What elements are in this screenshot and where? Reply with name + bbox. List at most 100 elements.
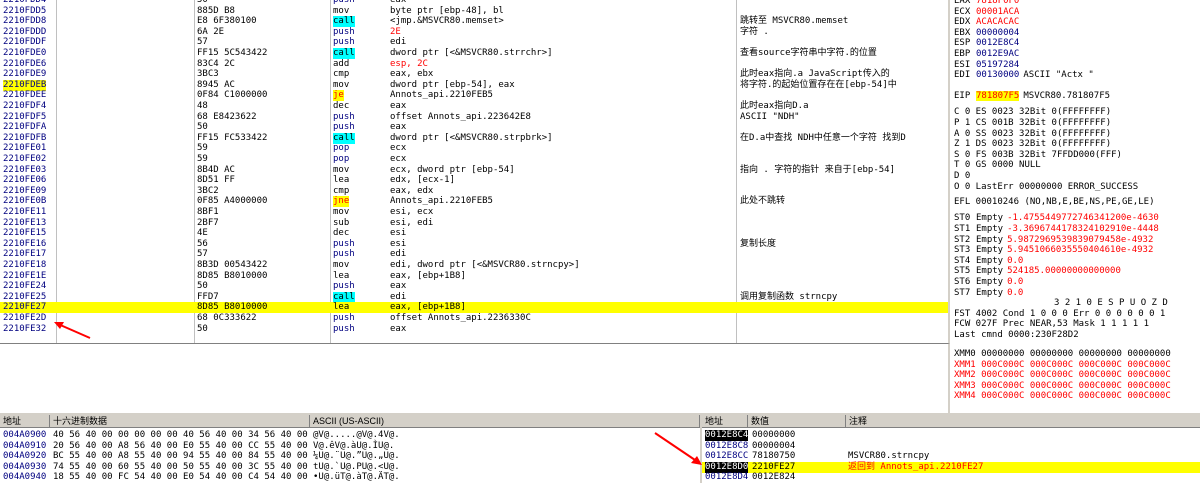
dump-row[interactable]: 004A0910 20 56 40 00 A8 56 40 00 E0 55 40…	[0, 441, 700, 452]
disasm-row[interactable]: 2210FDE0 FF15 5C543422 call dword ptr [<&MS…	[0, 48, 948, 59]
disasm-row[interactable]: 2210FE09 3BC2 cmp eax, edx	[0, 185, 948, 197]
stack-row[interactable]: 0012E8C4 00000000	[702, 430, 1200, 441]
disasm-row[interactable]: 2210FE2D 68 0C333622 push offset Annots_api…	[0, 313, 948, 324]
xmm-register-row[interactable]: XMM1 000C000C 000C000C 000C000C 000C000C	[954, 360, 1171, 371]
stack-row[interactable]: 0012E8C8 00000004	[702, 441, 1200, 452]
disasm-row[interactable]: 2210FE25 FFD7 call edi 调用复制函数 strncpy	[0, 291, 948, 303]
register-edx[interactable]: EDX ACACACAC	[954, 17, 1023, 28]
disasm-address: 2210FDE0	[3, 48, 47, 58]
flag-segment-row[interactable]: O 0 LastErr 00000000 ERROR_SUCCESS	[954, 182, 1138, 193]
flag-segment-row[interactable]: A 0 SS 0023 32Bit 0(FFFFFFFF)	[954, 129, 1111, 140]
xmm-register-row[interactable]: XMM0 00000000 00000000 00000000 00000000	[954, 349, 1171, 360]
dump-header-hex[interactable]: 十六进制数据	[50, 415, 310, 428]
fpu-status-row[interactable]: FST 4002 Cond 1 0 0 0 Err 0 0 0 0 0 0 1	[954, 309, 1165, 320]
fpu-flags-header[interactable]: 3 2 1 0 E S P U O Z D	[954, 298, 1168, 309]
disassembly-pane[interactable]: 2210FDD4 50 push eax 2210FDD5 885D B8 mov byte …	[0, 0, 950, 343]
disasm-row[interactable]: 2210FE16 56 push esi 复制长度	[0, 239, 948, 250]
dump-header-ascii[interactable]: ASCII (US-ASCII)	[310, 415, 700, 428]
disasm-row[interactable]: 2210FE18 8B3D 00543422 mov edi, dword ptr […	[0, 260, 948, 271]
disasm-comment: 在D.a中查找 NDH中任意一个字符 找到D	[740, 132, 906, 143]
disasm-hex: 885D B8	[197, 5, 235, 16]
stack-row[interactable]: 0012E8CC 78180750 MSVCR80.strncpy	[702, 451, 1200, 462]
fpu-tag: Empty	[976, 234, 1004, 245]
register-name: ECX	[954, 6, 971, 17]
disasm-mnemonic: lea	[333, 175, 350, 186]
disasm-row[interactable]: 2210FE32 50 push eax	[0, 324, 948, 335]
register-ebx[interactable]: EBX 00000004	[954, 28, 1023, 39]
disasm-row[interactable]: 2210FE01 59 pop ecx	[0, 143, 948, 154]
disasm-row[interactable]: 2210FDEE 0F84 C1000000 je Annots_api.2210FE…	[0, 90, 948, 102]
disasm-row[interactable]: 2210FE1E 8D85 B8010000 lea eax, [ebp+1B8]	[0, 270, 948, 282]
disasm-comment: 将字符.的起始位置存在在[ebp-54]中	[740, 79, 897, 90]
disasm-row[interactable]: 2210FE06 8D51 FF lea edx, [ecx-1]	[0, 175, 948, 186]
disasm-row[interactable]: 2210FDDD 6A 2E push 2E 字符 .	[0, 27, 948, 38]
disasm-row[interactable]: 2210FDE6 83C4 2C add esp, 2C	[0, 59, 948, 70]
stack-header-address[interactable]: 地址	[702, 415, 748, 428]
xmm-register-row[interactable]: XMM2 000C000C 000C000C 000C000C 000C000C	[954, 370, 1171, 381]
flag-segment-row[interactable]: D 0	[954, 171, 970, 182]
disasm-row[interactable]: 2210FDF5 68 E8423622 push offset Annots_api…	[0, 112, 948, 123]
stack-header-value[interactable]: 数值	[748, 415, 846, 428]
memory-dump-pane[interactable]: 地址 十六进制数据 ASCII (US-ASCII) 004A0900 40 56…	[0, 413, 700, 483]
dump-row[interactable]: 004A0900 40 56 40 00 00 00 00 00 40 56 40…	[0, 430, 700, 441]
register-edi[interactable]: EDI 00130000 ASCII "Actx "	[954, 70, 1094, 81]
fpu-register-st5[interactable]: ST5 Empty 524185.00000000000000	[954, 266, 1121, 277]
disasm-row[interactable]: 2210FDE9 3BC3 cmp eax, ebx 此时eax指向.a JavaScr…	[0, 69, 948, 80]
disasm-address: 2210FDEB	[3, 79, 47, 91]
fpu-register-st3[interactable]: ST3 Empty 5.9451066035550404610e-4932	[954, 245, 1153, 256]
stack-row[interactable]: 0012E8D4 0012E824	[702, 472, 1200, 483]
flag-segment-row[interactable]: P 1 CS 001B 32Bit 0(FFFFFFFF)	[954, 118, 1111, 129]
register-name: EIP	[954, 91, 971, 102]
disasm-row[interactable]: 2210FDEB 8945 AC mov dword ptr [ebp-54], ea…	[0, 79, 948, 91]
fpu-last-command[interactable]: Last cmnd 0000:230F28D2	[954, 330, 1079, 341]
register-esp[interactable]: ESP 0012E8C4	[954, 38, 1023, 49]
disasm-row[interactable]: 2210FDD8 E8 6F380100 call <jmp.&MSVCR80.mem…	[0, 16, 948, 28]
dump-header-address[interactable]: 地址	[0, 415, 50, 428]
fpu-register-st4[interactable]: ST4 Empty 0.0	[954, 256, 1023, 267]
register-esi[interactable]: ESI 05197284	[954, 60, 1023, 71]
disasm-row[interactable]: 2210FDF4 48 dec eax 此时eax指向D.a	[0, 101, 948, 112]
disasm-row[interactable]: 2210FDDF 57 push edi	[0, 37, 948, 48]
fpu-register-st2[interactable]: ST2 Empty 5.9872969539839079458e-4932	[954, 235, 1153, 246]
info-pane[interactable]	[0, 343, 950, 413]
disasm-row[interactable]: 2210FE03 8B4D AC mov ecx, dword ptr [ebp-54…	[0, 165, 948, 176]
dump-row[interactable]: 004A0920 BC 55 40 00 A8 55 40 00 94 55 40…	[0, 451, 700, 462]
fpu-register-st6[interactable]: ST6 Empty 0.0	[954, 277, 1023, 288]
disasm-row[interactable]: 2210FDD5 885D B8 mov byte ptr [ebp-48], bl	[0, 5, 948, 17]
flag-segment-row[interactable]: Z 1 DS 0023 32Bit 0(FFFFFFFF)	[954, 139, 1111, 150]
stack-row[interactable]: 0012E8D0 2210FE27 返回到 Annots_api.2210FE27	[702, 461, 1200, 473]
disasm-row[interactable]: 2210FE02 59 pop ecx	[0, 154, 948, 165]
xmm-register-row[interactable]: XMM3 000C000C 000C000C 000C000C 000C000C	[954, 381, 1171, 392]
fpu-tag: Empty	[976, 255, 1004, 266]
disasm-row[interactable]: 2210FE27 8D85 B8010000 lea eax, [ebp+1B8]	[0, 302, 948, 314]
fpu-register-st7[interactable]: ST7 Empty 0.0	[954, 288, 1023, 299]
registers-pane[interactable]: EAX 7818F0F0 ECX 00001ACA EDX ACACACAC EBX 0000…	[952, 0, 1200, 405]
disasm-row[interactable]: 2210FE24 50 push eax	[0, 281, 948, 292]
disasm-row[interactable]: 2210FE15 4E dec esi	[0, 228, 948, 239]
xmm-register-row[interactable]: XMM4 000C000C 000C000C 000C000C 000C000C	[954, 391, 1171, 402]
register-eip[interactable]: EIP 781807F5 MSVCR80.781807F5	[954, 91, 1110, 102]
flag-segment-row[interactable]: S 0 FS 003B 32Bit 7FFDD000(FFF)	[954, 150, 1122, 161]
dump-hex: 74 55 40 00 60 55 40 00 50 55 40 00 3C 5…	[53, 461, 308, 472]
disasm-row[interactable]: 2210FDFA 50 push eax	[0, 122, 948, 133]
fpu-register-st0[interactable]: ST0 Empty -1.4755449772746341200e-4630	[954, 213, 1159, 224]
disasm-row[interactable]: 2210FE0B 0F85 A4000000 jne Annots_api.2210F…	[0, 196, 948, 208]
disasm-address: 2210FE1E	[3, 270, 47, 281]
disasm-row[interactable]: 2210FE17 57 push edi	[0, 249, 948, 260]
disasm-row[interactable]: 2210FE11 8BF1 mov esi, ecx	[0, 207, 948, 218]
dump-row[interactable]: 004A0940 18 55 40 00 FC 54 40 00 E0 54 40…	[0, 472, 700, 483]
flag-segment-row[interactable]: T 0 GS 0000 NULL	[954, 160, 1041, 171]
stack-header-comment[interactable]: 注释	[846, 415, 1200, 428]
fpu-control-row[interactable]: FCW 027F Prec NEAR,53 Mask 1 1 1 1 1	[954, 319, 1149, 330]
disasm-mnemonic: cmp	[333, 185, 350, 196]
eflags-row[interactable]: EFL 00010246 (NO,NB,E,BE,NS,PE,GE,LE)	[954, 197, 1154, 208]
fpu-register-st1[interactable]: ST1 Empty -3.3696744178324102910e-4448	[954, 224, 1159, 235]
disasm-row[interactable]: 2210FDFB FF15 FC533422 call dword ptr [<&MS…	[0, 132, 948, 144]
disasm-row[interactable]: 2210FE13 2BF7 sub esi, edi	[0, 218, 948, 229]
disasm-hex: 57	[197, 249, 208, 260]
register-ecx[interactable]: ECX 00001ACA	[954, 7, 1023, 18]
flag-segment-row[interactable]: C 0 ES 0023 32Bit 0(FFFFFFFF)	[954, 107, 1111, 118]
stack-pane[interactable]: 地址 数值 注释 0012E8C4 00000000 0012E8C8 0000000…	[700, 413, 1200, 483]
register-ebp[interactable]: EBP 0012E9AC	[954, 49, 1023, 60]
disasm-operand: eax, [ebp+1B8]	[390, 270, 466, 281]
